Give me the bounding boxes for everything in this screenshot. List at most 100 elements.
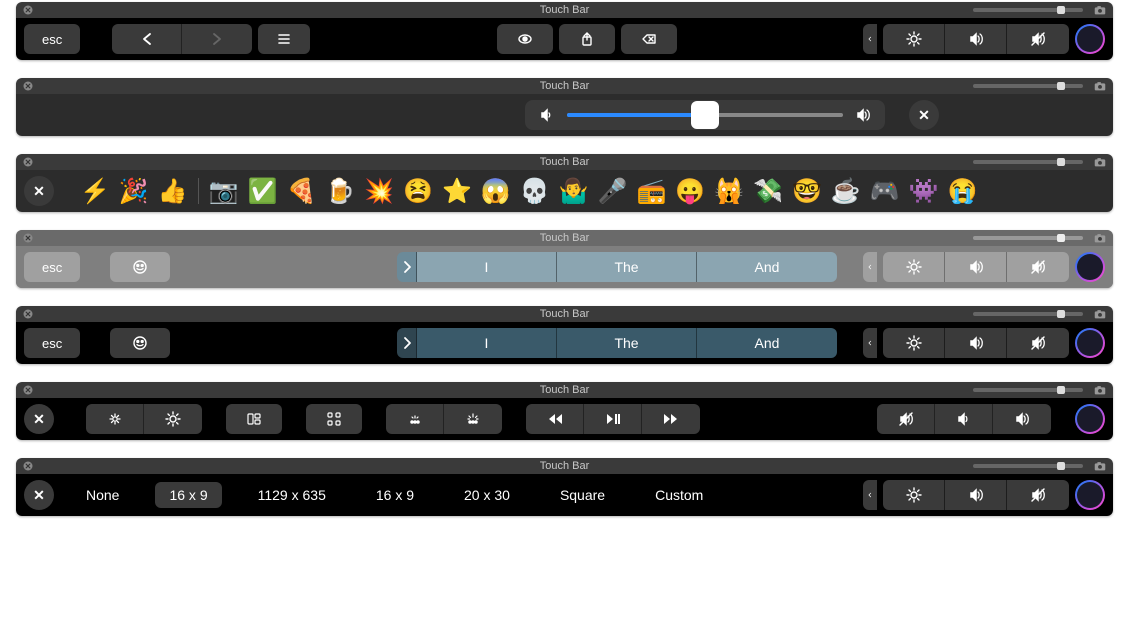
play-pause-button[interactable] [584, 404, 642, 434]
back-button[interactable] [112, 24, 182, 54]
mute-button[interactable] [1007, 252, 1069, 282]
header-close-icon[interactable] [22, 80, 34, 92]
header-zoom-slider[interactable] [973, 464, 1083, 468]
brightness-button[interactable] [883, 328, 945, 358]
close-emoji-button[interactable]: ✕ [24, 176, 54, 206]
screenshot-icon[interactable] [1093, 231, 1107, 245]
emoji[interactable]: 👾 [909, 177, 939, 206]
predictive-item[interactable]: I [417, 328, 557, 358]
brightness-button[interactable] [883, 252, 945, 282]
volume-button[interactable] [945, 24, 1007, 54]
predictive-item[interactable]: And [697, 328, 837, 358]
esc-key[interactable]: esc [24, 328, 80, 358]
mission-control-button[interactable] [226, 404, 282, 434]
header-close-icon[interactable] [22, 384, 34, 396]
header-zoom-slider[interactable] [973, 388, 1083, 392]
share-button[interactable] [559, 24, 615, 54]
mute-button[interactable] [877, 404, 935, 434]
screenshot-icon[interactable] [1093, 307, 1107, 321]
predictive-chevron[interactable] [397, 328, 417, 358]
emoji[interactable]: 💀 [520, 177, 550, 206]
screenshot-icon[interactable] [1093, 383, 1107, 397]
header-close-icon[interactable] [22, 460, 34, 472]
emoji[interactable]: 😱 [481, 177, 511, 206]
siri-button[interactable] [1075, 480, 1105, 510]
volume-down-button[interactable] [935, 404, 993, 434]
header-close-icon[interactable] [22, 156, 34, 168]
esc-key[interactable]: esc [24, 252, 80, 282]
launchpad-button[interactable] [306, 404, 362, 434]
volume-slider[interactable] [525, 100, 885, 130]
screenshot-icon[interactable] [1093, 79, 1107, 93]
header-close-icon[interactable] [22, 308, 34, 320]
rewind-button[interactable] [526, 404, 584, 434]
header-zoom-slider[interactable] [973, 236, 1083, 240]
predictive-item[interactable]: I [417, 252, 557, 282]
brightness-button[interactable] [883, 24, 945, 54]
header-zoom-slider[interactable] [973, 160, 1083, 164]
brightness-up-button[interactable] [144, 404, 202, 434]
fast-forward-button[interactable] [642, 404, 700, 434]
mute-button[interactable] [1007, 24, 1069, 54]
emoji[interactable]: 💥 [364, 177, 394, 206]
emoji[interactable]: ✅ [248, 177, 278, 206]
brightness-button[interactable] [883, 480, 945, 510]
aspect-option[interactable]: None [72, 482, 133, 508]
emoji[interactable]: 💸 [753, 177, 783, 206]
predictive-item[interactable]: The [557, 252, 697, 282]
close-aspect-button[interactable]: ✕ [24, 480, 54, 510]
emoji[interactable]: 👍 [158, 177, 188, 206]
volume-button[interactable] [945, 328, 1007, 358]
mute-button[interactable] [1007, 328, 1069, 358]
emoji[interactable]: ☕ [831, 177, 861, 206]
predictive-item[interactable]: And [697, 252, 837, 282]
forward-button[interactable] [182, 24, 252, 54]
emoji[interactable]: 🍺 [325, 177, 355, 206]
emoji[interactable]: 🍕 [286, 177, 316, 206]
aspect-option[interactable]: 16 x 9 [362, 482, 428, 508]
screenshot-icon[interactable] [1093, 3, 1107, 17]
header-zoom-slider[interactable] [973, 8, 1083, 12]
emoji[interactable]: 🙀 [714, 177, 744, 206]
emoji[interactable]: ⭐ [442, 177, 472, 206]
siri-button[interactable] [1075, 252, 1105, 282]
aspect-option[interactable]: 16 x 9 [155, 482, 221, 508]
emoji[interactable]: 📷 [209, 177, 239, 206]
collapse-strip-button[interactable]: ✕ [24, 404, 54, 434]
predictive-chevron[interactable] [397, 252, 417, 282]
emoji[interactable]: 😫 [403, 177, 433, 206]
header-zoom-slider[interactable] [973, 312, 1083, 316]
close-slider-button[interactable]: ✕ [909, 100, 939, 130]
slider-thumb[interactable] [691, 101, 719, 129]
emoji[interactable]: ⚡️ [80, 177, 110, 206]
brightness-down-button[interactable] [86, 404, 144, 434]
volume-button[interactable] [945, 252, 1007, 282]
expand-strip-icon[interactable] [863, 252, 877, 282]
siri-button[interactable] [1075, 404, 1105, 434]
emoji[interactable]: 🤓 [792, 177, 822, 206]
screenshot-icon[interactable] [1093, 459, 1107, 473]
emoji[interactable]: 🎮 [870, 177, 900, 206]
emoji[interactable]: 😛 [675, 177, 705, 206]
volume-up-button[interactable] [993, 404, 1051, 434]
emoji[interactable]: 😭 [948, 177, 978, 206]
mute-button[interactable] [1007, 480, 1069, 510]
predictive-item[interactable]: The [557, 328, 697, 358]
list-button[interactable] [258, 24, 310, 54]
preview-button[interactable] [497, 24, 553, 54]
screenshot-icon[interactable] [1093, 155, 1107, 169]
kbd-brightness-down-button[interactable] [386, 404, 444, 434]
expand-strip-icon[interactable] [863, 480, 877, 510]
emoji-picker-button[interactable] [110, 328, 170, 358]
volume-button[interactable] [945, 480, 1007, 510]
emoji[interactable]: 🤷‍♂️ [559, 177, 589, 206]
header-close-icon[interactable] [22, 4, 34, 16]
expand-strip-icon[interactable] [863, 24, 877, 54]
header-close-icon[interactable] [22, 232, 34, 244]
kbd-brightness-up-button[interactable] [444, 404, 502, 434]
esc-key[interactable]: esc [24, 24, 80, 54]
aspect-option[interactable]: Square [546, 482, 619, 508]
header-zoom-slider[interactable] [973, 84, 1083, 88]
emoji[interactable]: 🎉 [119, 177, 149, 206]
expand-strip-icon[interactable] [863, 328, 877, 358]
